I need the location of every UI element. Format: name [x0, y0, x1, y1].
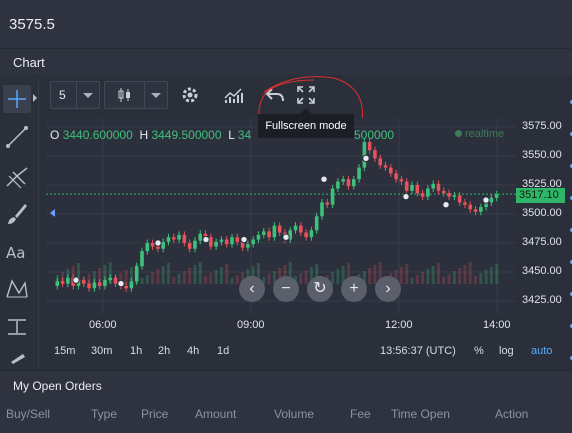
reset-chart-button[interactable]: ↻	[307, 276, 333, 302]
open-orders-title: My Open Orders	[13, 379, 102, 393]
svg-text:Aa: Aa	[6, 244, 25, 262]
x-tick: 09:00	[237, 319, 265, 331]
realtime-dot-icon	[455, 130, 462, 137]
chevron-down-icon	[76, 82, 99, 108]
percent-scale-toggle[interactable]: %	[474, 345, 484, 357]
close-value: 500000	[354, 128, 395, 142]
column-header[interactable]: Buy/Sell	[6, 407, 50, 421]
drawing-tools-panel: Aa	[0, 78, 39, 368]
candlestick-icon	[118, 88, 130, 102]
brush-icon[interactable]	[3, 200, 31, 228]
timeframe-2h[interactable]: 2h	[158, 345, 170, 357]
utc-clock[interactable]: 13:56:37 (UTC)	[380, 345, 456, 357]
side-panel-edge	[570, 100, 572, 360]
timeframe-1d[interactable]: 1d	[217, 345, 229, 357]
pattern-tool-icon[interactable]	[3, 275, 31, 303]
timeframe-4h[interactable]: 4h	[187, 345, 199, 357]
column-header[interactable]: Amount	[195, 407, 236, 421]
high-label: H	[139, 128, 149, 142]
zoom-in-button[interactable]: +	[341, 276, 367, 302]
timeframe-15m[interactable]: 15m	[54, 345, 75, 357]
settings-gear-icon[interactable]	[179, 84, 201, 106]
trend-line-icon[interactable]	[3, 123, 31, 151]
scroll-marker-icon[interactable]	[50, 209, 55, 217]
chart-title: Chart	[13, 55, 45, 70]
low-value: 34	[237, 128, 252, 142]
scroll-left-button[interactable]: ‹	[239, 276, 265, 302]
current-price-tag: 3517.10	[516, 188, 565, 203]
x-tick: 14:00	[483, 319, 511, 331]
measure-tool-icon[interactable]	[3, 313, 31, 341]
zoom-out-button[interactable]: −	[273, 276, 299, 302]
timeframe-1h[interactable]: 1h	[130, 345, 142, 357]
column-header[interactable]: Fee	[350, 407, 371, 421]
column-header[interactable]: Action	[495, 407, 528, 421]
chevron-down-icon	[144, 82, 167, 108]
column-header[interactable]: Time Open	[391, 407, 450, 421]
open-value: 3440.600000	[62, 128, 133, 142]
x-tick: 06:00	[89, 319, 117, 331]
crosshair-icon[interactable]	[3, 85, 31, 113]
y-tick: 3575.00	[522, 120, 562, 132]
scroll-right-button[interactable]: ›	[375, 276, 401, 302]
indicators-icon[interactable]	[223, 84, 245, 106]
top-bar: 3575.5	[0, 0, 572, 49]
y-tick: 3425.00	[522, 294, 562, 306]
y-tick: 3550.00	[522, 149, 562, 161]
tools-expand-arrow[interactable]	[33, 94, 37, 102]
interval-value: 5	[59, 88, 66, 102]
current-price: 3575.5	[9, 16, 55, 33]
high-value: 3449.500000	[151, 128, 222, 142]
y-tick: 3475.00	[522, 236, 562, 248]
price-axis[interactable]: 3575.00 3550.00 3525.00 3500.00 3475.00 …	[518, 118, 572, 314]
log-scale-toggle[interactable]: log	[499, 345, 514, 357]
realtime-indicator: realtime	[455, 128, 504, 140]
open-label: O	[50, 128, 60, 142]
interval-select[interactable]: 5	[50, 81, 100, 109]
pitchfork-icon[interactable]	[3, 162, 31, 190]
y-tick: 3500.00	[522, 207, 562, 219]
auto-scale-toggle[interactable]: auto	[531, 345, 552, 357]
timeframe-bar: 15m 30m 1h 2h 4h 1d 13:56:37 (UTC) % log…	[46, 341, 572, 363]
chart-type-select[interactable]	[104, 81, 168, 109]
column-header[interactable]: Price	[141, 407, 168, 421]
fullscreen-tooltip: Fullscreen mode	[258, 108, 354, 138]
y-tick: 3450.00	[522, 265, 562, 277]
realtime-label: realtime	[465, 128, 505, 140]
open-orders-panel: My Open Orders Buy/Sell Type Price Amoun…	[0, 370, 572, 433]
column-header[interactable]: Type	[91, 407, 117, 421]
timeframe-30m[interactable]: 30m	[91, 345, 112, 357]
more-tools-icon[interactable]	[3, 348, 31, 366]
text-tool-icon[interactable]: Aa	[3, 238, 31, 266]
x-tick: 12:00	[385, 319, 413, 331]
low-label: L	[228, 128, 235, 142]
column-header[interactable]: Volume	[274, 407, 314, 421]
ohlc-legend: O 3440.600000 H 3449.500000 L 34	[50, 128, 251, 142]
